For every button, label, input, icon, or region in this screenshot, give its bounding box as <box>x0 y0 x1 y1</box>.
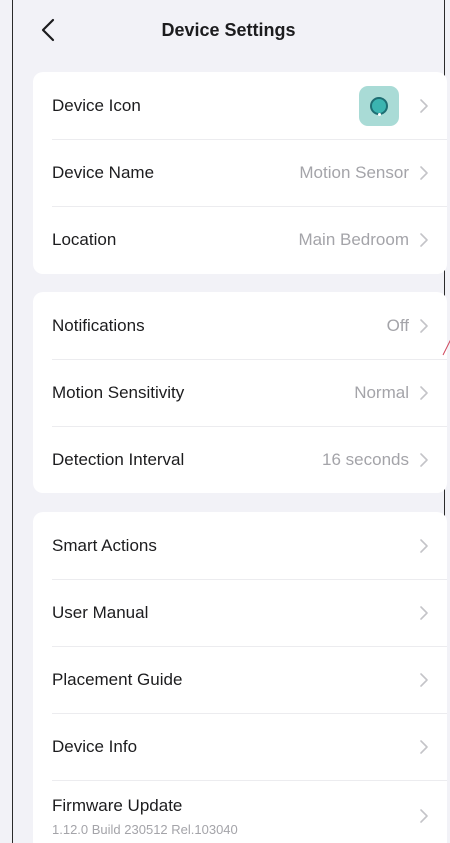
notifications-row[interactable]: Notifications Off <box>33 292 447 359</box>
device-icon-label: Device Icon <box>52 95 141 115</box>
sensor-led <box>377 112 381 116</box>
location-label: Location <box>52 229 117 249</box>
placement-guide-label: Placement Guide <box>52 669 183 689</box>
user-manual-row[interactable]: User Manual <box>33 579 447 646</box>
device-icon-row[interactable]: Device Icon <box>33 72 447 139</box>
motion-sensitivity-label: Motion Sensitivity <box>52 382 185 402</box>
chevron-right-icon <box>420 672 428 687</box>
detection-settings-group: Notifications Off Motion Sensitivity Nor… <box>33 292 447 493</box>
chevron-right-icon <box>420 739 428 754</box>
annotation-mark <box>442 339 450 356</box>
sensor-icon <box>370 96 388 115</box>
motion-sensitivity-value: Normal <box>354 382 409 402</box>
location-row[interactable]: Location Main Bedroom <box>33 206 447 273</box>
chevron-right-icon <box>420 232 428 247</box>
detection-interval-label: Detection Interval <box>52 449 185 469</box>
detection-interval-value: 16 seconds <box>322 449 409 469</box>
device-name-row[interactable]: Device Name Motion Sensor <box>33 139 447 206</box>
location-value: Main Bedroom <box>298 229 409 249</box>
chevron-left-icon <box>41 18 55 42</box>
firmware-version: 1.12.0 Build 230512 Rel.103040 <box>52 821 238 837</box>
detection-interval-row[interactable]: Detection Interval 16 seconds <box>33 426 447 493</box>
page-title: Device Settings <box>161 19 296 40</box>
support-group: Smart Actions User Manual Placement Guid… <box>33 512 447 843</box>
back-button[interactable] <box>33 12 63 48</box>
chevron-right-icon <box>420 385 428 400</box>
notifications-label: Notifications <box>52 315 145 335</box>
smart-actions-label: Smart Actions <box>52 535 157 555</box>
chevron-right-icon <box>420 605 428 620</box>
notifications-value: Off <box>386 315 409 335</box>
firmware-update-label: Firmware Update <box>52 795 183 815</box>
motion-sensitivity-row[interactable]: Motion Sensitivity Normal <box>33 359 447 426</box>
chevron-right-icon <box>420 809 428 823</box>
frame-border-left <box>12 0 13 843</box>
device-info-row[interactable]: Device Info <box>33 713 447 780</box>
device-icon-preview <box>359 85 399 126</box>
chevron-right-icon <box>420 165 428 180</box>
chevron-right-icon <box>420 538 428 553</box>
device-info-label: Device Info <box>52 736 138 756</box>
device-name-value: Motion Sensor <box>299 162 409 182</box>
smart-actions-row[interactable]: Smart Actions <box>33 512 447 579</box>
chevron-right-icon <box>420 452 428 467</box>
device-name-label: Device Name <box>52 162 155 182</box>
chevron-right-icon <box>420 318 428 333</box>
user-manual-label: User Manual <box>52 602 149 622</box>
device-info-group: Device Icon Device Name Motion Sensor Lo… <box>33 72 447 274</box>
nav-header: Device Settings <box>13 0 444 60</box>
placement-guide-row[interactable]: Placement Guide <box>33 646 447 713</box>
firmware-update-row[interactable]: Firmware Update 1.12.0 Build 230512 Rel.… <box>33 780 447 843</box>
firmware-text-block: Firmware Update 1.12.0 Build 230512 Rel.… <box>52 796 419 837</box>
chevron-right-icon <box>420 98 428 113</box>
